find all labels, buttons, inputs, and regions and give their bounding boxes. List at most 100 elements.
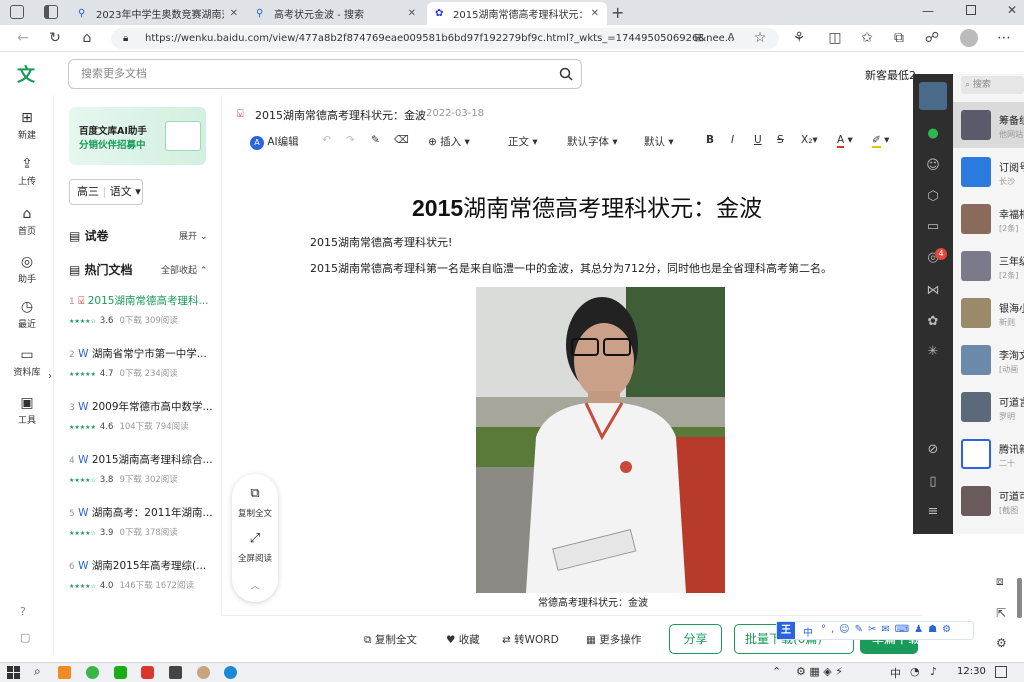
box-icon[interactable]: ⬡ [913, 189, 953, 204]
tray-up-icon[interactable]: ⌃ [772, 665, 781, 678]
app-store-icon[interactable] [58, 666, 71, 679]
collapse-all-link[interactable]: 全部收起 ⌃ [161, 263, 207, 276]
rail-home[interactable]: ⌂ 首页 [0, 205, 54, 237]
rail-library[interactable]: ▭ 资料库 [0, 346, 54, 378]
list-item[interactable]: 4 W 2015湖南高考理科综合... ★★★★☆ 3.8 9下载 302阅读 [69, 453, 219, 485]
chat-icon[interactable]: ● [913, 126, 953, 141]
ai-edit-button[interactable]: A AI编辑 [250, 134, 299, 150]
font-size-select[interactable]: 默认 ▾ [644, 134, 674, 149]
browser-app-icon[interactable] [86, 666, 99, 679]
screenshot-icon[interactable]: ⧈ [996, 574, 1004, 589]
wps-icon[interactable] [141, 666, 154, 679]
search-input[interactable]: 搜索更多文档 [68, 59, 582, 89]
volume-icon[interactable]: ♪ [930, 665, 937, 678]
fullscreen-button[interactable]: 全屏阅读 [232, 552, 278, 564]
refresh-icon[interactable]: ↻ [46, 29, 64, 47]
copy-button[interactable]: ⧉ 复制全文 [364, 632, 417, 647]
collections-icon[interactable]: ⧉ [890, 29, 908, 47]
expand-link[interactable]: 展开 ⌄ [179, 229, 207, 242]
list-item[interactable]: 3 W 2009年常德市高中数学... ★★★★★ 4.6 104下载 794阅读 [69, 400, 219, 432]
copy-all-button[interactable]: 复制全文 [232, 507, 278, 519]
share-button[interactable]: 分享 [669, 624, 722, 654]
network-icon[interactable]: ◔ [910, 665, 920, 678]
chat-item[interactable]: 李洵文[动画 [953, 337, 1024, 383]
chat-item[interactable]: 三年级[2条] [953, 243, 1024, 289]
ime-toolbar[interactable]: 王 中 °,☺✎✂✉⌨♟☗⚙ [776, 621, 974, 640]
windows-start-icon[interactable] [7, 666, 20, 679]
external-link-icon[interactable]: ⇱ [996, 606, 1006, 620]
split-screen-icon[interactable]: ◫ [826, 29, 844, 47]
home-icon[interactable]: ⌂ [78, 29, 96, 47]
rail-new[interactable]: ⊞ 新建 [0, 109, 54, 141]
format-painter-icon[interactable]: ✎ [371, 134, 380, 146]
font-color-icon[interactable]: A ▾ [837, 134, 853, 148]
undo-icon[interactable]: ↶ [322, 134, 331, 146]
settings-icon[interactable]: ⚙ [996, 636, 1007, 650]
wechat-ext-icon[interactable]: ☍ [923, 29, 941, 47]
chat-item[interactable]: 筹备组他网站 [953, 102, 1024, 148]
chat-item[interactable]: 可道言罗明 [953, 384, 1024, 430]
tab-1[interactable]: ⚲ 2023年中学生奥数竞赛湖南对获 ✕ [70, 2, 246, 25]
section-hot-docs[interactable]: ▤ 热门文档 [69, 261, 133, 278]
scrollbar[interactable] [1017, 578, 1022, 618]
help-icon[interactable]: ? [20, 605, 26, 618]
italic-icon[interactable]: I [731, 134, 734, 146]
redo-icon[interactable]: ↷ [346, 134, 355, 146]
file-manager-icon[interactable] [169, 666, 182, 679]
minimize-icon[interactable]: — [922, 4, 934, 18]
list-item[interactable]: 6 W 湖南2015年高考理综(... ★★★★☆ 4.0 146下载 1672阅读 [69, 559, 219, 591]
folder-icon[interactable]: ▭ [913, 219, 953, 234]
avatar[interactable] [919, 82, 947, 110]
highlight-icon[interactable]: ✐ ▾ [872, 134, 889, 148]
url-field[interactable]: 🔒︎ https://wenku.baidu.com/view/477a8b2f… [111, 28, 779, 49]
close-icon[interactable]: ✕ [591, 8, 599, 19]
to-word-button[interactable]: ⇄ 转WORD [502, 632, 559, 647]
chat-item[interactable]: 可道可[截图 [953, 478, 1024, 524]
expand-rail-icon[interactable]: › [48, 371, 52, 382]
promo-text[interactable]: 新客最低2 [865, 67, 915, 83]
underline-icon[interactable]: U [754, 134, 762, 146]
link-icon[interactable]: ⊘ [913, 442, 953, 457]
restore-icon[interactable] [966, 5, 976, 15]
vertical-tabs-icon[interactable] [44, 5, 58, 19]
extensions-icon[interactable]: ⚘ [790, 29, 808, 47]
close-icon[interactable]: ✕ [230, 8, 238, 19]
notifications-icon[interactable] [995, 666, 1007, 678]
read-aloud-icon[interactable]: A [722, 29, 740, 47]
rail-recent[interactable]: ◷ 最近 [0, 298, 54, 330]
rail-tools[interactable]: ▣ 工具 [0, 394, 54, 426]
wechat-icon[interactable] [114, 666, 127, 679]
grade-subject-select[interactable]: 高三 | 语文 ▾ [69, 179, 143, 205]
wenku-logo[interactable]: 文 [14, 64, 38, 88]
rail-upload[interactable]: ⇪ 上传 [0, 155, 54, 187]
favorites-icon[interactable]: ✩ [858, 29, 876, 47]
chat-search-input[interactable]: ⌕ 搜索 [961, 76, 1024, 94]
moments-icon[interactable]: ◎ [913, 250, 953, 265]
section-exam[interactable]: ▤ 试卷 [69, 227, 109, 244]
collapse-up-icon[interactable]: ︿ [232, 577, 278, 592]
lock-icon[interactable]: 🔒︎ [123, 28, 128, 49]
favorite-button[interactable]: ♥ 收藏 [446, 632, 480, 647]
chat-item[interactable]: 幸福相[2条] [953, 196, 1024, 242]
bold-icon[interactable]: B [706, 134, 714, 146]
chat-item[interactable]: 银海小新则 [953, 290, 1024, 336]
tray-icons[interactable]: ⚙ ▦ ◈ ⚡ [796, 665, 843, 678]
close-icon[interactable]: ✕ [408, 8, 416, 19]
search-icon[interactable]: ⌕ [34, 664, 41, 679]
contacts-icon[interactable]: ☺ [913, 158, 953, 173]
new-tab-icon[interactable]: + [611, 3, 624, 22]
workspaces-icon[interactable] [10, 5, 24, 19]
list-item[interactable]: 1 ⍌ 2015湖南常德高考理科... ★★★★☆ 3.6 0下载 309阅读 [69, 294, 219, 326]
more-actions-button[interactable]: ▦ 更多操作 [586, 632, 641, 647]
shake-icon[interactable]: ✳ [913, 344, 953, 359]
ime-language[interactable]: 中 [890, 665, 901, 681]
subscript-icon[interactable]: X₂▾ [801, 134, 818, 146]
font-family-select[interactable]: 默认字体 ▾ [567, 134, 618, 149]
feedback-icon[interactable]: ▢ [20, 631, 30, 644]
chat-item[interactable]: 腾讯新二十 [953, 431, 1024, 477]
tab-2[interactable]: ⚲ 高考状元金波 - 搜索 ✕ [248, 2, 424, 25]
mini-program-icon[interactable]: ✿ [913, 314, 953, 329]
paragraph-style-select[interactable]: 正文 ▾ [508, 134, 538, 149]
strikethrough-icon[interactable]: S [777, 134, 784, 146]
rail-assistant[interactable]: ◎ 助手 [0, 253, 54, 285]
